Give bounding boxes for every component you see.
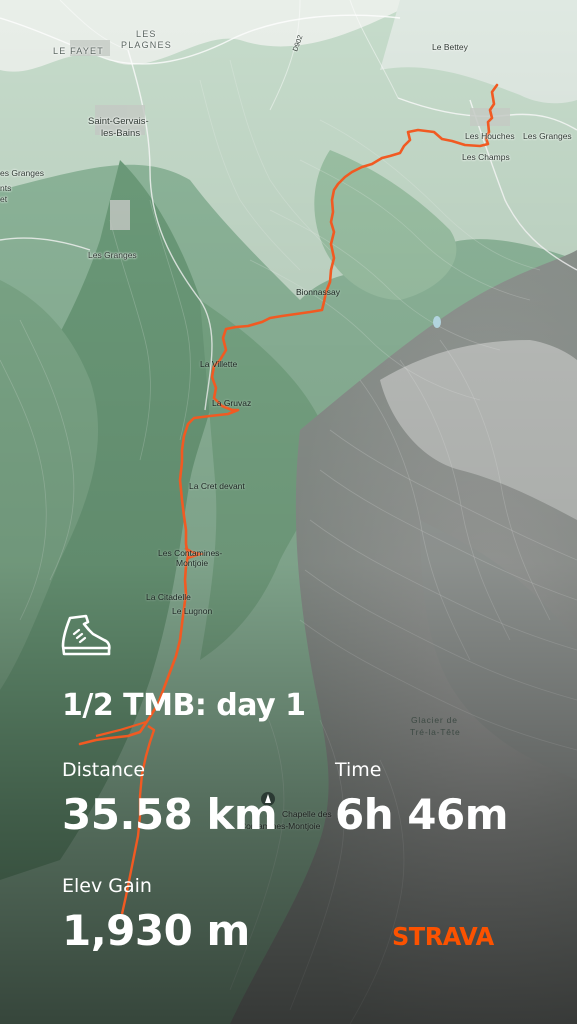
elev-gain-label: Elev Gain bbox=[62, 875, 152, 897]
map-label-bionnassay: Bionnassay bbox=[296, 287, 340, 297]
activity-title: 1/2 TMB: day 1 bbox=[62, 688, 306, 723]
elev-gain-value: 1,930 m bbox=[62, 906, 250, 955]
map-label-les-plagnes-2: PLAGNES bbox=[121, 40, 172, 50]
map-label-glacier: Glacier de bbox=[411, 715, 458, 725]
map-label-saint-gervais: Saint-Gervais- bbox=[88, 116, 149, 127]
map-label-le-fayet: LE FAYET bbox=[53, 46, 104, 56]
map-label-nts: nts bbox=[0, 183, 12, 193]
hiking-boot-icon bbox=[61, 614, 111, 656]
map-label-saint-gervais-2: les-Bains bbox=[101, 128, 141, 139]
strava-share-card: LE FAYET LES PLAGNES Le Bettey D902 Sain… bbox=[0, 0, 577, 1024]
map-label-le-lugnon: Le Lugnon bbox=[172, 606, 213, 616]
time-value: 6h 46m bbox=[335, 790, 508, 839]
map-label-les-champs: Les Champs bbox=[462, 152, 510, 162]
time-label: Time bbox=[335, 759, 382, 781]
map-label-les-plagnes: LES bbox=[136, 29, 157, 39]
map-label-la-citadelle: La Citadelle bbox=[146, 592, 191, 602]
map-label-chapelle: Chapelle des bbox=[282, 809, 332, 819]
map-label-la-gruvaz: La Gruvaz bbox=[212, 398, 252, 408]
map-label-les-contamines: Les Contamines- bbox=[158, 548, 223, 558]
map-label-le-bettey: Le Bettey bbox=[432, 42, 468, 52]
map-label-la-cret-devant: La Cret devant bbox=[189, 481, 245, 491]
map-label-les-granges-mid: Les Granges bbox=[88, 250, 137, 260]
map-label-les-houches: Les Houches bbox=[465, 131, 515, 141]
map-label-et: et bbox=[0, 194, 8, 204]
distance-label: Distance bbox=[62, 759, 146, 781]
map-label-les-contamines-2: Montjoie bbox=[176, 558, 209, 568]
map-label-glacier-2: Tré-la-Tête bbox=[410, 727, 461, 737]
map-label-les-granges-ne: Les Granges bbox=[523, 131, 572, 141]
map-label-la-villette: La Villette bbox=[200, 359, 238, 369]
distance-value: 35.58 km bbox=[62, 790, 278, 839]
strava-logo: STRAVA bbox=[392, 922, 494, 951]
map-label-les-granges-w: es Granges bbox=[0, 168, 44, 178]
